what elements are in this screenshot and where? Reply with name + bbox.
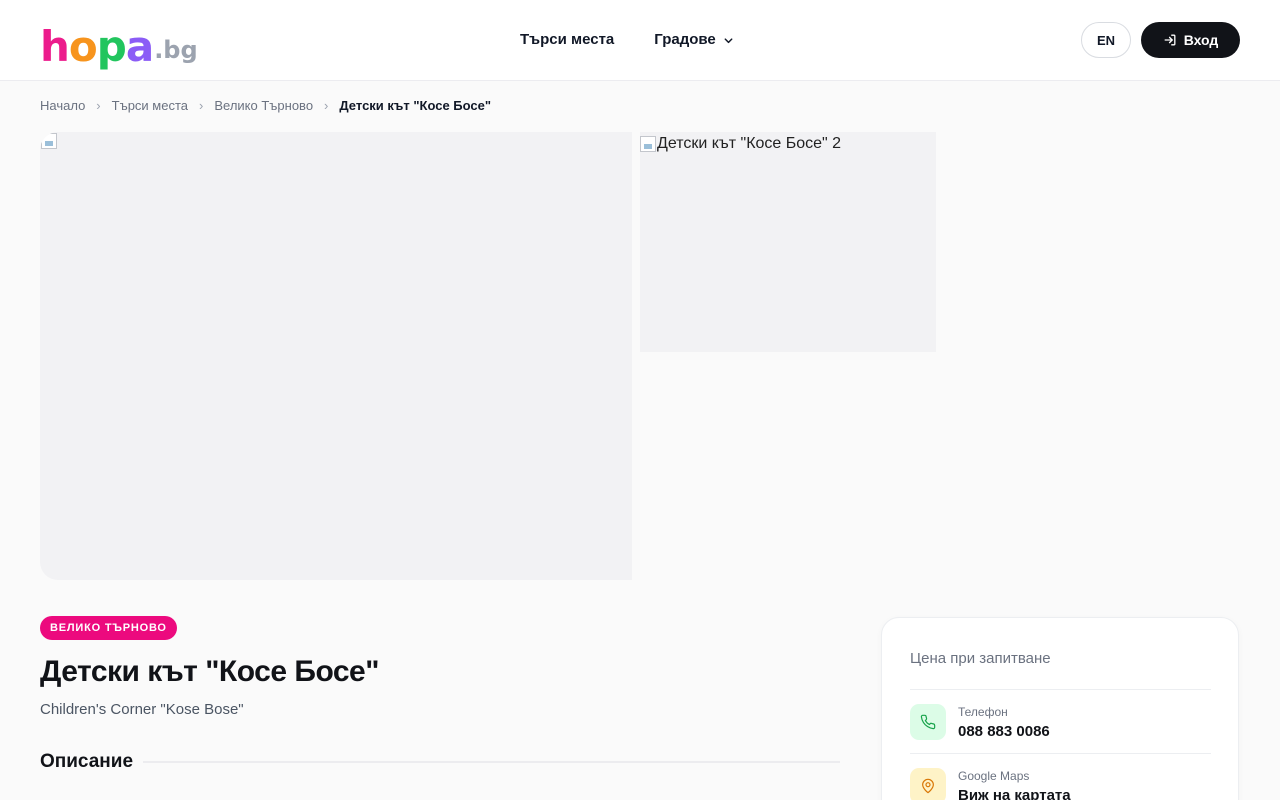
login-button-label: Вход <box>1183 32 1219 48</box>
logo-letter-p: p <box>96 22 127 71</box>
phone-icon <box>910 704 946 740</box>
logo-letter-a: a <box>125 22 154 71</box>
description-heading: Описание <box>40 751 134 772</box>
gallery-image-2-alt-text: Детски кът "Косе Босе" 2 <box>657 135 842 152</box>
main-nav: Търси места Градове <box>520 28 734 52</box>
phone-text: Телефон 088 883 0086 <box>958 704 1050 742</box>
card-divider <box>910 689 1211 690</box>
breadcrumb-separator-icon: › <box>96 98 101 113</box>
breadcrumb: Начало › Търси места › Велико Търново › … <box>40 97 491 115</box>
site-logo[interactable]: h o p a .bg <box>40 18 198 68</box>
site-header: h o p a .bg Търси места Градове EN Вход <box>0 0 1280 81</box>
maps-label: Google Maps <box>958 769 1030 783</box>
nav-cities-label: Градове <box>654 31 716 48</box>
logo-suffix: .bg <box>154 36 198 64</box>
login-button[interactable]: Вход <box>1141 22 1240 58</box>
gallery-main-image[interactable] <box>40 132 632 580</box>
page-subtitle: Children's Corner "Kose Bose" <box>40 701 244 718</box>
section-divider <box>143 761 840 763</box>
nav-search-places[interactable]: Търси места <box>520 28 614 52</box>
breadcrumb-current: Детски кът "Косе Босе" <box>339 98 492 113</box>
map-pin-icon <box>910 768 946 800</box>
price-text: Цена при запитване <box>910 650 1051 667</box>
chevron-down-icon <box>724 37 733 43</box>
maps-row: Google Maps Виж на картата <box>910 768 1071 800</box>
maps-link[interactable]: Виж на картата <box>958 786 1071 800</box>
gallery-image-2-alt: Детски кът "Косе Босе" 2 <box>640 135 841 153</box>
login-icon <box>1164 34 1176 46</box>
broken-image-icon <box>640 136 656 152</box>
language-toggle-button[interactable]: EN <box>1081 22 1131 58</box>
phone-link[interactable]: 088 883 0086 <box>958 722 1050 742</box>
broken-image-icon <box>41 133 57 149</box>
logo-letter-o: o <box>68 22 98 71</box>
maps-text: Google Maps Виж на картата <box>958 768 1071 800</box>
page-title: Детски кът "Косе Босе" <box>40 655 379 688</box>
phone-label: Телефон <box>958 705 1008 719</box>
breadcrumb-separator-icon: › <box>199 98 204 113</box>
phone-row: Телефон 088 883 0086 <box>910 704 1050 742</box>
card-divider <box>910 753 1211 754</box>
nav-cities-dropdown[interactable]: Градове <box>654 28 734 52</box>
city-badge[interactable]: ВЕЛИКО ТЪРНОВО <box>40 616 177 640</box>
breadcrumb-search[interactable]: Търси места <box>112 97 188 115</box>
gallery-image-2[interactable]: Детски кът "Косе Босе" 2 <box>640 132 936 352</box>
logo-letter-h: h <box>40 22 70 71</box>
breadcrumb-separator-icon: › <box>324 98 329 113</box>
contact-card: Цена при запитване Телефон 088 883 0086 … <box>881 617 1239 800</box>
breadcrumb-home[interactable]: Начало <box>40 97 85 115</box>
description-section-header: Описание <box>40 750 840 774</box>
breadcrumb-city[interactable]: Велико Търново <box>214 97 313 115</box>
